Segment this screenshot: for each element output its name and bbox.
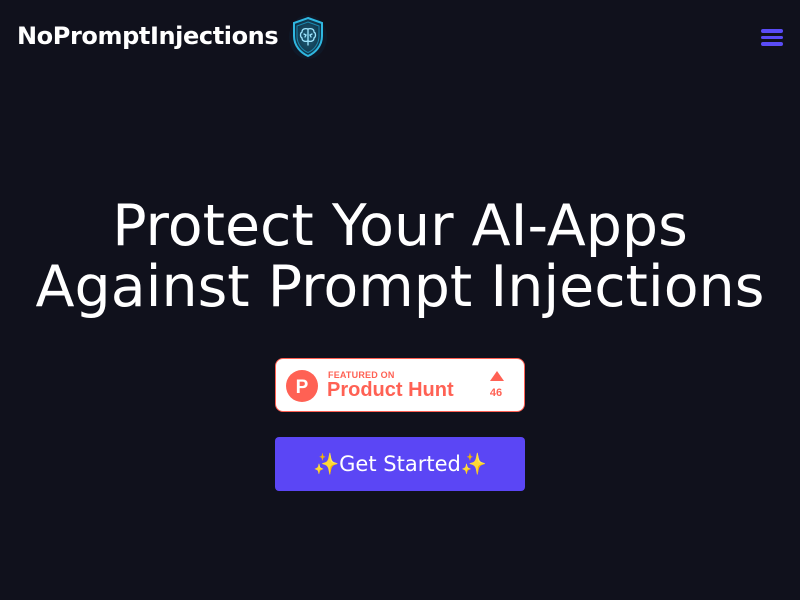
hamburger-menu-icon[interactable] xyxy=(761,27,783,47)
menu-line xyxy=(761,35,783,39)
upvote-count: 46 xyxy=(489,387,503,399)
product-hunt-name: Product Hunt xyxy=(327,379,454,401)
product-hunt-logo-letter: P xyxy=(296,377,309,398)
landing-page: NoPromptInjections Protect Your AI-Apps … xyxy=(0,0,800,600)
hero-title-line-1: Protect Your AI-Apps xyxy=(112,193,688,259)
product-hunt-logo-icon: P xyxy=(286,370,318,402)
get-started-button[interactable]: ✨Get Started✨ xyxy=(275,437,525,491)
shield-brain-icon[interactable] xyxy=(289,14,327,60)
hero-title: Protect Your AI-Apps Against Prompt Inje… xyxy=(0,196,800,318)
brand-name[interactable]: NoPromptInjections xyxy=(17,22,279,50)
upvote-triangle-icon xyxy=(490,371,504,381)
product-hunt-badge[interactable]: P FEATURED ON Product Hunt 46 xyxy=(275,358,525,412)
menu-line xyxy=(761,42,783,46)
hero-title-line-2: Against Prompt Injections xyxy=(35,254,765,320)
top-navbar: NoPromptInjections xyxy=(0,0,800,72)
menu-line xyxy=(761,29,783,33)
